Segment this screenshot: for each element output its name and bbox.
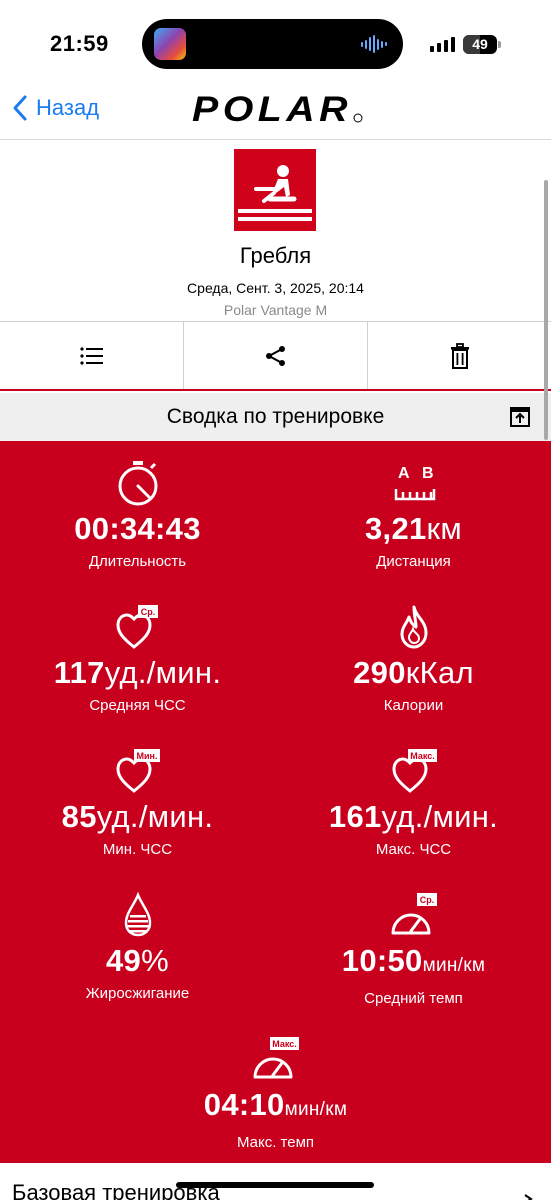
stats-panel: 00:34:43 Длительность A B 3,21км Дистанц…: [0, 441, 551, 1163]
max-pace-label: Макс. темп: [236, 1134, 315, 1151]
dynamic-island[interactable]: [142, 19, 403, 69]
svg-text:Ср.: Ср.: [419, 895, 434, 905]
distance-unit: км: [426, 511, 463, 546]
list-icon: [79, 346, 103, 365]
now-playing-artwork: [154, 28, 186, 60]
max-hr-label: Макс. ЧСС: [375, 841, 452, 858]
stat-duration: 00:34:43 Длительность: [0, 455, 275, 570]
svg-text:B: B: [422, 465, 434, 482]
details-list-button[interactable]: [0, 322, 184, 389]
heart-rate-min-icon: Мин.: [115, 749, 160, 793]
stat-min-hr: Мин. 85уд./мин. Мин. ЧСС: [0, 743, 275, 858]
max-hr-unit: уд./мин.: [381, 799, 499, 834]
status-bar: 21:59 49: [0, 0, 551, 88]
battery-level: 49: [472, 36, 488, 52]
fat-burn-label: Жиросжигание: [85, 985, 190, 1002]
stat-max-pace: Макс. 04:10мин/км Макс. темп: [138, 1031, 413, 1151]
action-bar: [0, 321, 551, 391]
fat-burn-value: 49: [106, 943, 142, 978]
avg-pace-unit: мин/км: [422, 955, 486, 976]
svg-text:Мин.: Мин.: [136, 751, 157, 761]
min-hr-value: 85: [61, 799, 97, 834]
svg-text:POLAR: POLAR: [192, 92, 352, 128]
distance-ab-icon: A B: [394, 465, 435, 501]
navigation-bar: Назад POLAR: [0, 88, 551, 140]
duration-label: Длительность: [88, 553, 187, 570]
distance-label: Дистанция: [376, 553, 451, 570]
cellular-signal-icon: [430, 37, 455, 52]
fat-burn-drop-icon: [124, 891, 151, 937]
min-hr-label: Мин. ЧСС: [102, 841, 173, 858]
training-date: Среда, Сент. 3, 2025, 20:14: [187, 280, 364, 296]
status-time: 21:59: [50, 31, 109, 56]
training-summary-screen: 21:59 49 Назад POLAR Гребля Среда, Сент.…: [0, 0, 551, 1200]
summary-bar: Сводка по тренировке: [0, 393, 551, 441]
stat-fat-burn: 49% Жиросжигание: [0, 887, 275, 1002]
audio-wave-icon: [361, 35, 387, 53]
export-icon: [510, 407, 530, 427]
chevron-left-icon: [13, 95, 27, 121]
device-name: Polar Vantage M: [223, 302, 328, 318]
calories-label: Калории: [383, 697, 444, 714]
stopwatch-icon: [118, 461, 157, 506]
rowing-sport-icon: [234, 149, 316, 231]
avg-pace-label: Средний темп: [364, 990, 463, 1007]
share-icon: [265, 345, 285, 366]
sport-name: Гребля: [239, 243, 312, 268]
duration-value: 00:34:43: [74, 511, 201, 546]
svg-text:Макс.: Макс.: [410, 751, 435, 761]
calories-unit: кКал: [405, 655, 474, 690]
avg-pace-value: 10:50: [341, 943, 423, 978]
summary-title: Сводка по тренировке: [166, 405, 385, 428]
max-hr-value: 161: [328, 799, 382, 834]
export-summary-button[interactable]: [509, 406, 531, 433]
svg-text:A: A: [398, 465, 410, 482]
training-header: Гребля Среда, Сент. 3, 2025, 20:14 Polar…: [0, 141, 551, 321]
polar-logo: POLAR: [190, 90, 365, 133]
back-label: Назад: [36, 95, 100, 120]
svg-text:Ср.: Ср.: [140, 607, 155, 617]
heart-rate-max-icon: Макс.: [391, 749, 437, 793]
flame-icon: [400, 605, 427, 649]
stat-max-hr: Макс. 161уд./мин. Макс. ЧСС: [276, 743, 551, 858]
speedometer-max-icon: Макс.: [253, 1037, 299, 1079]
chevron-right-icon: [523, 1191, 533, 1200]
scrollbar[interactable]: [544, 180, 548, 440]
max-pace-value: 04:10: [203, 1087, 285, 1122]
delete-button[interactable]: [368, 322, 551, 389]
battery-tip: [498, 41, 501, 48]
stat-average-pace: Ср. 10:50мин/км Средний темп: [276, 887, 551, 1007]
share-button[interactable]: [184, 322, 368, 389]
stat-average-hr: Ср. 117уд./мин. Средняя ЧСС: [0, 599, 275, 714]
max-pace-unit: мин/км: [284, 1099, 348, 1120]
back-button[interactable]: Назад: [12, 94, 99, 122]
avg-hr-value: 117: [53, 655, 105, 690]
distance-value: 3,21: [364, 511, 427, 546]
home-indicator[interactable]: [176, 1182, 374, 1188]
stat-distance: A B 3,21км Дистанция: [276, 455, 551, 570]
avg-hr-unit: уд./мин.: [104, 655, 222, 690]
calories-value: 290: [353, 655, 406, 690]
fat-burn-unit: %: [141, 943, 169, 978]
stat-calories: 290кКал Калории: [276, 599, 551, 714]
svg-text:Макс.: Макс.: [272, 1039, 297, 1049]
min-hr-unit: уд./мин.: [96, 799, 214, 834]
speedometer-average-icon: Ср.: [391, 893, 437, 935]
heart-rate-average-icon: Ср.: [115, 605, 158, 649]
avg-hr-label: Средняя ЧСС: [89, 697, 186, 714]
trash-icon: [450, 342, 469, 369]
battery-icon: 49: [463, 35, 497, 54]
